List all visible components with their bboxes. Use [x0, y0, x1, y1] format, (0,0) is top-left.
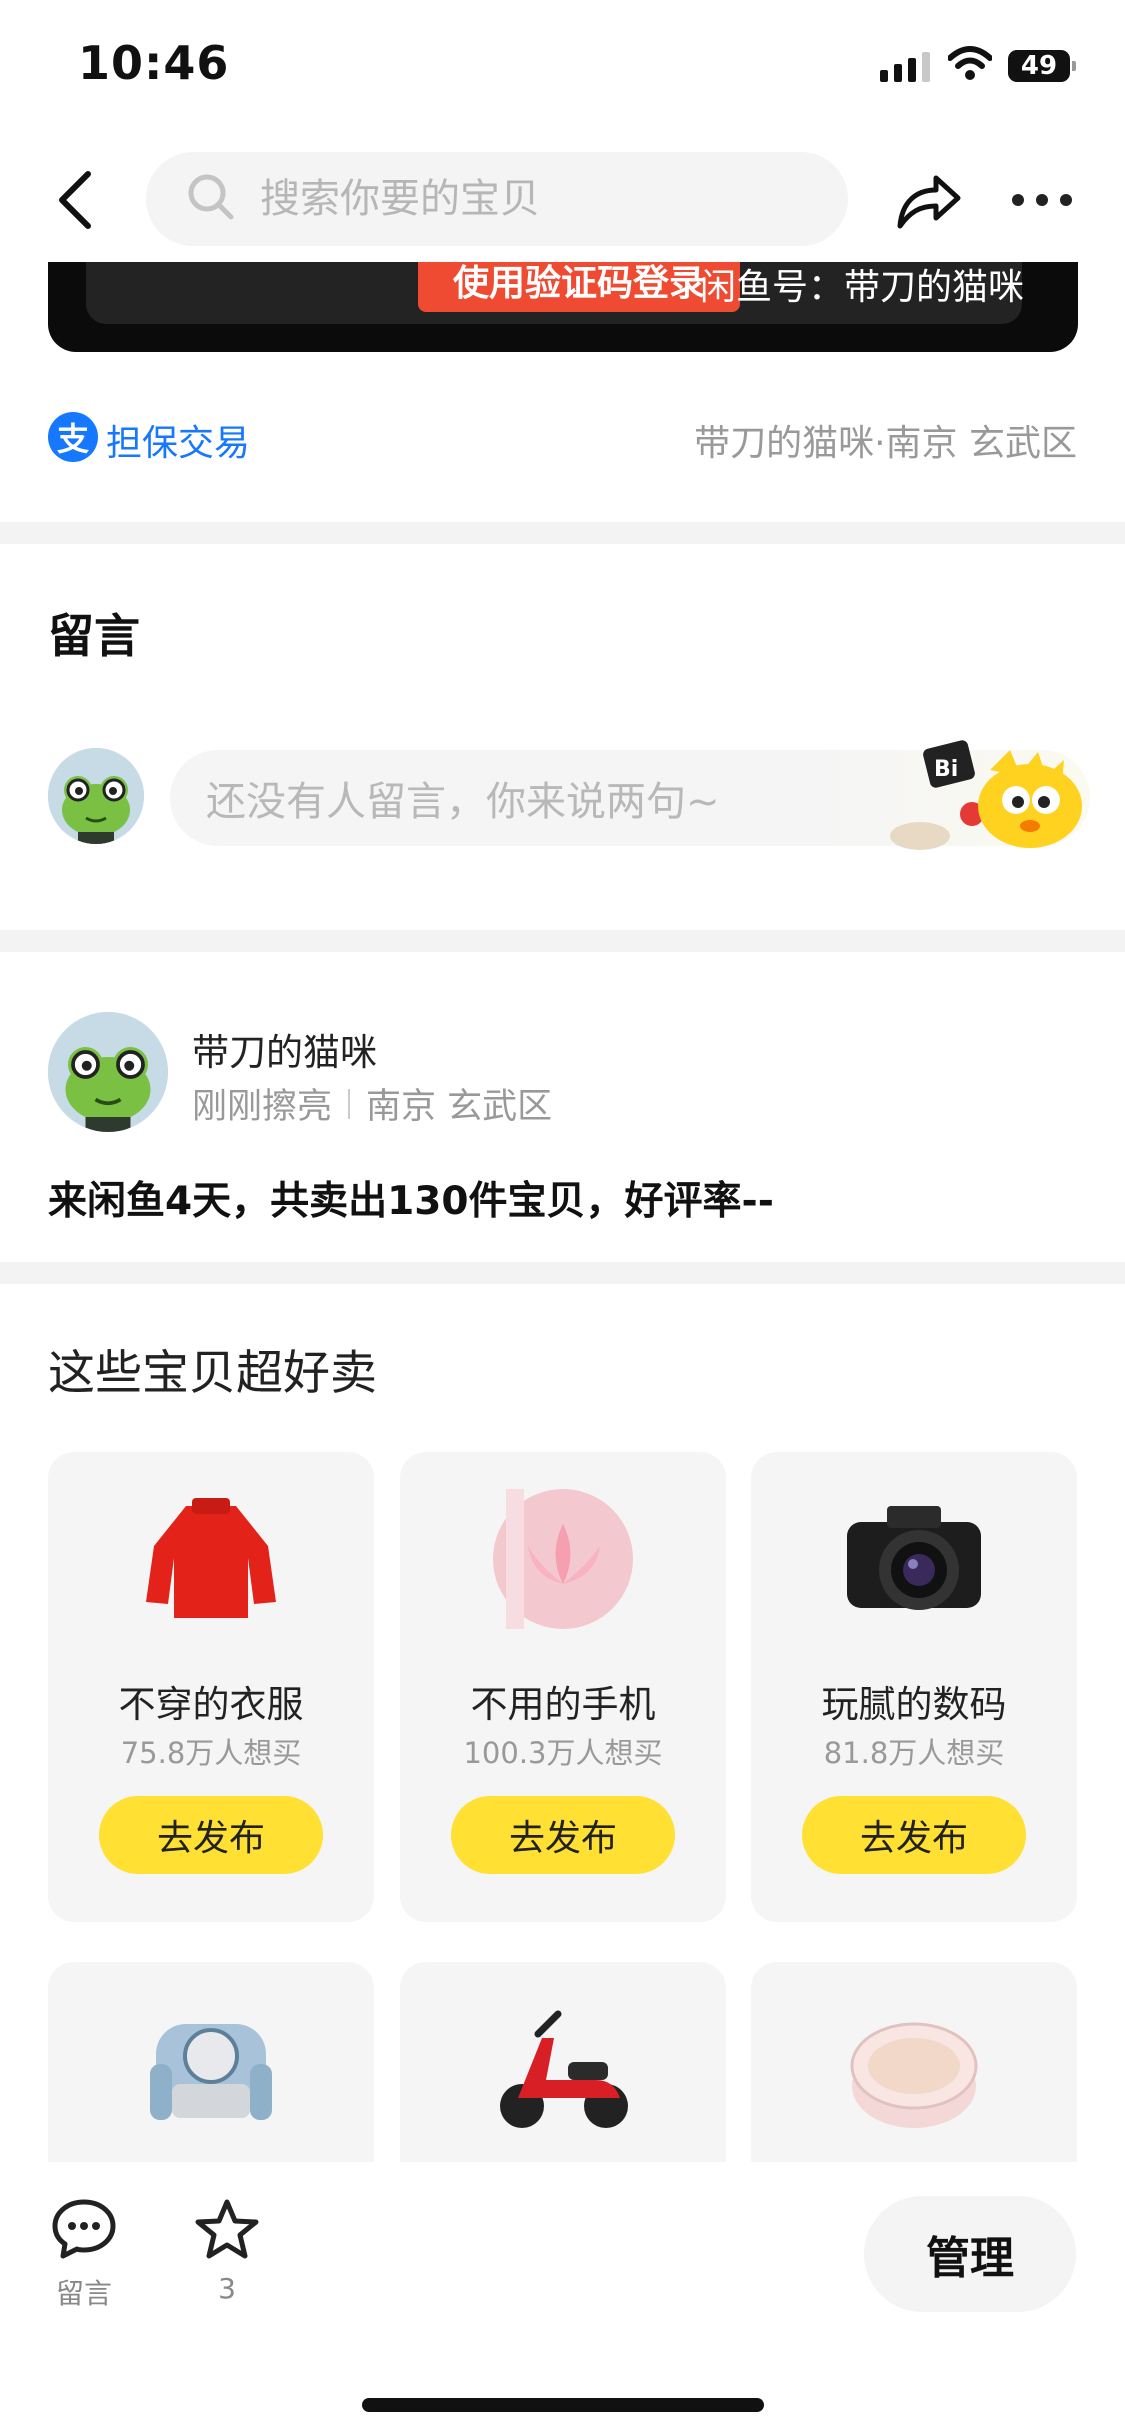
phone-icon [493, 1489, 633, 1629]
star-icon [195, 2199, 259, 2259]
seller-meta: 刚刚擦亮 南京 玄武区 [192, 1078, 552, 1129]
scooter-icon [500, 2010, 628, 2128]
messages-title: 留言 [48, 609, 140, 663]
category-card[interactable]: 不穿的衣服 75.8万人想买 去发布 [48, 1452, 374, 1922]
wifi-icon [947, 46, 993, 84]
message-placeholder: 还没有人留言，你来说两句~ [206, 779, 720, 825]
seller-activity: 刚刚擦亮 [192, 1087, 333, 1127]
sweater-icon [146, 1498, 276, 1618]
manage-button[interactable]: 管理 [864, 2196, 1076, 2312]
seller-location: 带刀的猫咪·南京 玄武区 [694, 423, 1077, 464]
battery-icon: 49 [1008, 50, 1076, 82]
seller-stats: 来闲鱼4天，共卖出130件宝贝，好评率-- [48, 1179, 774, 1224]
cellular-signal-icon [880, 52, 930, 82]
mascot-icon: Bi [880, 740, 1100, 854]
status-time: 10:46 [78, 36, 230, 90]
hot-items-title: 这些宝贝超好卖 [48, 1346, 377, 1401]
seller-name[interactable]: 带刀的猫咪 [192, 1022, 377, 1076]
section-divider [0, 1262, 1125, 1284]
frog-avatar-icon [48, 1012, 168, 1132]
category-demand: 75.8万人想买 [120, 1736, 302, 1770]
message-tab[interactable]: 留言 [48, 2198, 120, 2312]
more-options-button[interactable] [1012, 186, 1078, 214]
section-divider [0, 522, 1125, 544]
category-name: 不穿的衣服 [118, 1683, 304, 1726]
search-box[interactable] [146, 152, 848, 246]
guarantee-trade-label[interactable]: 担保交易 [106, 414, 250, 466]
user-avatar [48, 748, 144, 844]
seller-avatar[interactable] [48, 1012, 168, 1132]
seller-city: 南京 玄武区 [366, 1087, 553, 1127]
verification-login-button[interactable]: 使用验证码登录 [418, 262, 740, 312]
category-name: 玩腻的数码 [821, 1683, 1007, 1726]
search-icon [186, 172, 236, 226]
message-tab-label: 留言 [55, 2277, 112, 2310]
favorite-count: 3 [218, 2272, 236, 2305]
category-name: 不用的手机 [470, 1683, 656, 1726]
category-demand: 100.3万人想买 [463, 1736, 663, 1770]
category-card[interactable]: 玩腻的数码 81.8万人想买 去发布 [751, 1452, 1077, 1922]
cushion-compact-icon [850, 2022, 978, 2128]
mascot-bi-text: Bi [934, 757, 958, 782]
alipay-icon: 支 [48, 412, 98, 462]
share-button[interactable] [892, 164, 964, 236]
favorite-tab[interactable]: 3 [194, 2198, 260, 2305]
publish-button[interactable]: 去发布 [802, 1796, 1026, 1874]
section-divider [0, 930, 1125, 952]
back-button[interactable] [50, 168, 110, 232]
share-icon [897, 175, 961, 229]
search-input[interactable] [258, 175, 822, 223]
chat-bubble-icon [52, 2199, 116, 2259]
publish-button[interactable]: 去发布 [99, 1796, 323, 1874]
category-demand: 81.8万人想买 [823, 1736, 1005, 1770]
home-indicator [362, 2398, 764, 2412]
xianyu-id: 闲鱼号：带刀的猫咪 [700, 267, 1025, 308]
publish-button[interactable]: 去发布 [451, 1796, 675, 1874]
category-card[interactable]: 不用的手机 100.3万人想买 去发布 [400, 1452, 726, 1922]
armchair-icon [150, 2024, 272, 2120]
camera-icon [847, 1506, 981, 1610]
chevron-left-icon [59, 171, 91, 229]
frog-avatar-icon [48, 748, 144, 844]
